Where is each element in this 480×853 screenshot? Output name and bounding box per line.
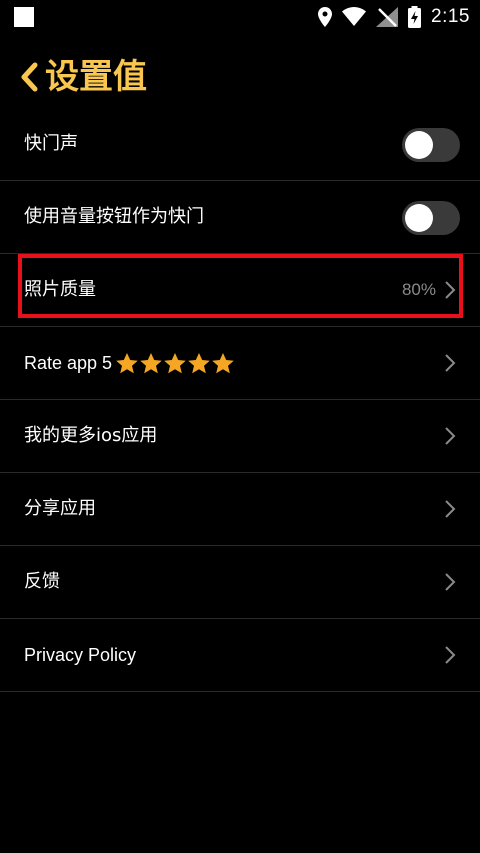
setting-label: Rate app 5 [24, 353, 113, 373]
volume-shutter-toggle[interactable] [402, 201, 460, 235]
star-icon [116, 353, 138, 374]
star-icon [188, 353, 210, 374]
location-icon [318, 7, 333, 27]
setting-row-share-app[interactable]: 分享应用 [0, 473, 480, 546]
no-signal-icon [376, 7, 399, 27]
battery-charging-icon [408, 6, 422, 28]
settings-list: 快门声 使用音量按钮作为快门 照片质量 80% Rate app 5 我的更多i… [0, 108, 480, 692]
setting-row-rate-app[interactable]: Rate app 5 [0, 327, 480, 400]
star-icon [140, 353, 162, 374]
chevron-right-icon [445, 281, 456, 299]
setting-label: 照片质量 [24, 279, 96, 300]
header: 设置值 [0, 46, 480, 110]
photo-quality-value: 80% [401, 280, 436, 299]
page-title: 设置值 [45, 57, 147, 97]
chevron-right-icon [445, 354, 456, 372]
status-icons: 2:15 [318, 0, 470, 34]
setting-row-privacy-policy[interactable]: Privacy Policy [0, 619, 480, 692]
wifi-icon [342, 7, 367, 26]
chevron-right-icon [445, 427, 456, 445]
setting-label: 反馈 [24, 571, 60, 592]
notification-icon [14, 7, 34, 27]
star-icon [212, 353, 234, 374]
setting-row-more-apps[interactable]: 我的更多ios应用 [0, 400, 480, 473]
setting-label: 快门声 [24, 133, 78, 154]
setting-label: 使用音量按钮作为快门 [24, 206, 204, 227]
setting-label: 分享应用 [24, 498, 96, 519]
star-icon [164, 353, 186, 374]
toggle-knob [405, 131, 433, 159]
setting-row-photo-quality[interactable]: 照片质量 80% [0, 254, 480, 327]
setting-row-shutter-sound: 快门声 [0, 108, 480, 181]
status-bar: 2:15 [0, 0, 480, 34]
toggle-knob [405, 204, 433, 232]
chevron-right-icon [445, 500, 456, 518]
chevron-right-icon [445, 573, 456, 591]
shutter-sound-toggle[interactable] [402, 128, 460, 162]
setting-label: Privacy Policy [24, 645, 137, 665]
chevron-left-icon[interactable] [18, 62, 40, 92]
rating-stars [115, 352, 235, 375]
status-time: 2:15 [431, 6, 470, 27]
chevron-right-icon [445, 646, 456, 664]
setting-row-volume-shutter: 使用音量按钮作为快门 [0, 181, 480, 254]
setting-label: 我的更多ios应用 [24, 425, 158, 446]
setting-row-feedback[interactable]: 反馈 [0, 546, 480, 619]
